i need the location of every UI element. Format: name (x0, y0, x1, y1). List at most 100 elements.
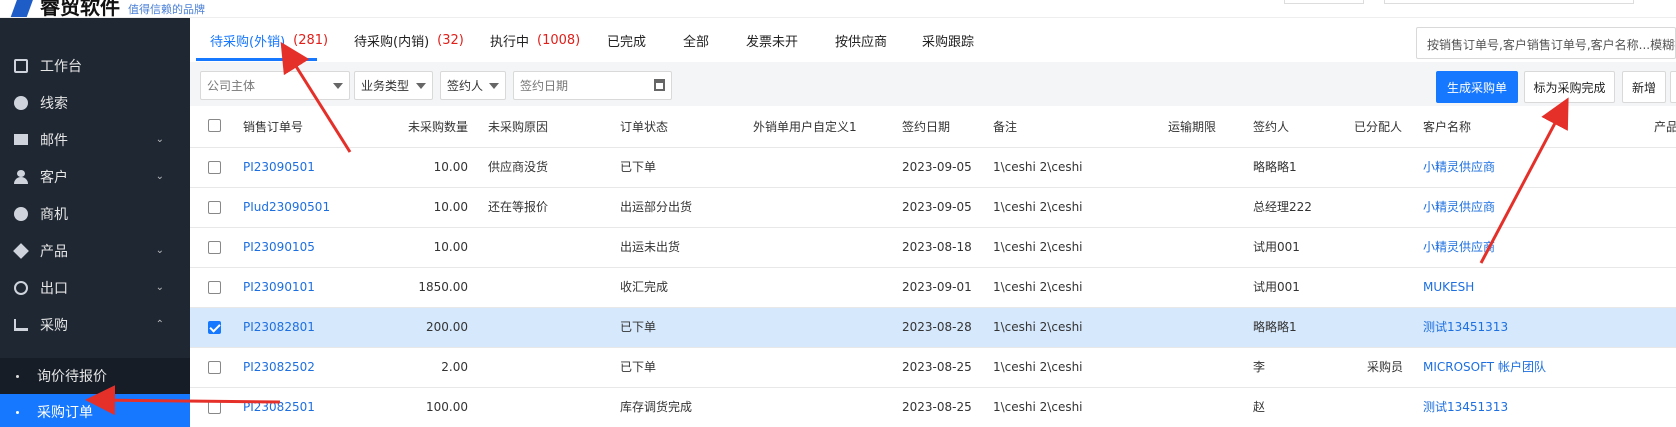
cell-order-no[interactable]: PI23082502 (243, 348, 315, 387)
mark-complete-button[interactable]: 标为采购完成 (1524, 71, 1615, 103)
table-row[interactable]: PI23090101 1850.00 收汇完成 2023-09-01 1\ceshi 2… (190, 268, 1676, 308)
cell-customer[interactable]: 测试13451313 (1423, 308, 1508, 347)
business-type-select[interactable]: 业务类型 (354, 71, 433, 100)
sign-date-picker[interactable]: 签约日期 (513, 71, 672, 100)
select-all-checkbox[interactable] (208, 119, 221, 132)
dollar-icon (14, 206, 28, 221)
row-checkbox[interactable] (208, 281, 221, 294)
logo: 睿贸软件 值得信赖的品牌 (10, 0, 205, 19)
cell-qty: 100.00 (426, 400, 468, 414)
company-select-placeholder: 公司主体 (207, 79, 256, 93)
col-note[interactable]: 备注 (993, 106, 1017, 148)
cell-status: 已下单 (620, 360, 657, 374)
col-custom1[interactable]: 外销单用户自定义1 (753, 106, 857, 148)
tab-by-supplier[interactable]: 按供应商 (835, 18, 887, 62)
sidebar-item-dashboard[interactable]: 工作台 (0, 47, 190, 84)
cell-customer[interactable]: 小精灵供应商 (1423, 188, 1495, 227)
cell-signer: 略略略1 (1253, 160, 1297, 174)
col-transport[interactable]: 运输期限 (1168, 106, 1216, 148)
col-qty[interactable]: 未采购数量 (408, 106, 468, 148)
sidebar-item-customers[interactable]: 客户 ⌄ (0, 158, 190, 195)
tab-purchase-tracking[interactable]: 采购跟踪 (922, 18, 974, 62)
cell-customer[interactable]: 小精灵供应商 (1423, 228, 1495, 267)
search-input[interactable]: 按销售订单号,客户销售订单号,客户名称...模糊搜索 (1416, 27, 1676, 59)
cell-sign-date: 2023-08-25 (902, 400, 972, 414)
table-row[interactable]: PI23090105 10.00 出运未出货 2023-08-18 1\ceshi 2\… (190, 228, 1676, 268)
more-button[interactable] (1670, 71, 1676, 103)
add-button[interactable]: 新增 (1622, 71, 1666, 103)
active-tab-indicator (196, 58, 317, 61)
tab-all[interactable]: 全部 (683, 18, 709, 62)
sidebar-item-export[interactable]: 出口 ⌄ (0, 269, 190, 306)
sidebar-item-label: 邮件 (40, 132, 68, 149)
sidebar-item-clues[interactable]: 线索 (0, 84, 190, 121)
table-row[interactable]: PIud23090501 10.00 还在等报价 出运部分出货 2023-09-05 1\… (190, 188, 1676, 228)
col-status[interactable]: 订单状态 (620, 106, 668, 148)
sidebar-item-opportunities[interactable]: 商机 (0, 195, 190, 232)
logo-text: 睿贸软件 (40, 0, 120, 19)
tab-pending-export[interactable]: 待采购(外销) (281) (210, 18, 328, 62)
sidebar-item-products[interactable]: 产品 ⌄ (0, 232, 190, 269)
customer-icon (14, 169, 28, 184)
cell-customer[interactable]: 小精灵供应商 (1423, 148, 1495, 187)
cell-order-no[interactable]: PI23090101 (243, 268, 315, 307)
tab-label: 待采购(外销) (210, 34, 286, 50)
sidebar-item-purchasing[interactable]: 采购 ⌃ (0, 306, 190, 343)
top-bar: 睿贸软件 值得信赖的品牌 (0, 0, 1676, 18)
sidebar-item-label: 线索 (40, 95, 68, 112)
tab-pending-domestic[interactable]: 待采购(内销) (32) (354, 18, 464, 62)
cell-qty: 10.00 (433, 160, 468, 174)
cell-order-no[interactable]: PI23090105 (243, 228, 315, 267)
cell-qty: 1850.00 (418, 280, 468, 294)
col-product[interactable]: 产品 (1654, 106, 1676, 148)
cell-customer[interactable]: 测试13451313 (1423, 388, 1508, 427)
tab-label: 全部 (683, 34, 710, 50)
cell-customer[interactable]: MUKESH (1423, 268, 1474, 307)
cell-order-no[interactable]: PIud23090501 (243, 188, 330, 227)
sidebar-subitem-purchase-orders[interactable]: 采购订单 (0, 394, 190, 427)
col-assigned[interactable]: 已分配人 (1354, 106, 1402, 148)
top-search-box[interactable] (1384, 0, 1634, 4)
cell-order-no[interactable]: PI23090501 (243, 148, 315, 187)
tab-label: 执行中 (490, 34, 530, 50)
row-checkbox[interactable] (208, 201, 221, 214)
tab-completed[interactable]: 已完成 (607, 18, 646, 62)
table-row[interactable]: PI23082501 100.00 库存调货完成 2023-08-25 1\ceshi … (190, 388, 1676, 427)
tab-count: (32) (437, 32, 464, 48)
cell-sign-date: 2023-08-25 (902, 360, 972, 374)
sidebar-subitem-inquiry[interactable]: 询价待报价 (0, 358, 190, 394)
col-customer[interactable]: 客户名称 (1423, 106, 1471, 148)
tab-invoice-pending[interactable]: 发票未开 (746, 18, 798, 62)
row-checkbox[interactable] (208, 361, 221, 374)
cell-signer: 总经理222 (1253, 200, 1312, 214)
caret-down-icon (333, 83, 343, 89)
sidebar-item-mail[interactable]: 邮件 ⌄ (0, 121, 190, 158)
table-row[interactable]: PI23090501 10.00 供应商没货 已下单 2023-09-05 1\ceshi… (190, 148, 1676, 188)
col-signer[interactable]: 签约人 (1253, 106, 1289, 148)
company-select[interactable]: 公司主体 (200, 71, 350, 100)
row-checkbox[interactable] (208, 401, 221, 414)
signer-select[interactable]: 签约人 (440, 71, 506, 100)
cell-note: 1\ceshi 2\ceshi (993, 360, 1083, 374)
chevron-up-icon: ⌃ (155, 319, 164, 330)
table-row[interactable]: PI23082801 200.00 已下单 2023-08-28 1\ceshi 2\c… (190, 308, 1676, 348)
col-order-no[interactable]: 销售订单号 (243, 106, 303, 148)
top-widget[interactable] (1284, 0, 1364, 4)
cell-customer[interactable]: MICROSOFT 帐户团队 (1423, 348, 1546, 387)
logo-icon (10, 0, 34, 17)
sidebar: 工作台 线索 邮件 ⌄ 客户 ⌄ 商机 产品 ⌄ 出口 ⌄ 采购 ⌃ 询价待报价… (0, 18, 190, 427)
table-row[interactable]: PI23082502 2.00 已下单 2023-08-25 1\ceshi 2\ces… (190, 348, 1676, 388)
col-reason[interactable]: 未采购原因 (488, 106, 548, 148)
col-sign-date[interactable]: 签约日期 (902, 106, 950, 148)
cell-reason: 还在等报价 (488, 200, 549, 214)
cell-order-no[interactable]: PI23082801 (243, 308, 315, 347)
sidebar-subitem-label: 采购订单 (37, 405, 93, 421)
business-type-label: 业务类型 (361, 79, 410, 93)
cell-order-no[interactable]: PI23082501 (243, 388, 315, 427)
row-checkbox[interactable] (208, 241, 221, 254)
row-checkbox[interactable] (208, 161, 221, 174)
cell-status: 出运未出货 (620, 240, 681, 254)
generate-po-button[interactable]: 生成采购单 (1436, 71, 1518, 103)
row-checkbox[interactable] (208, 321, 221, 334)
tab-in-progress[interactable]: 执行中 (1008) (490, 18, 580, 62)
